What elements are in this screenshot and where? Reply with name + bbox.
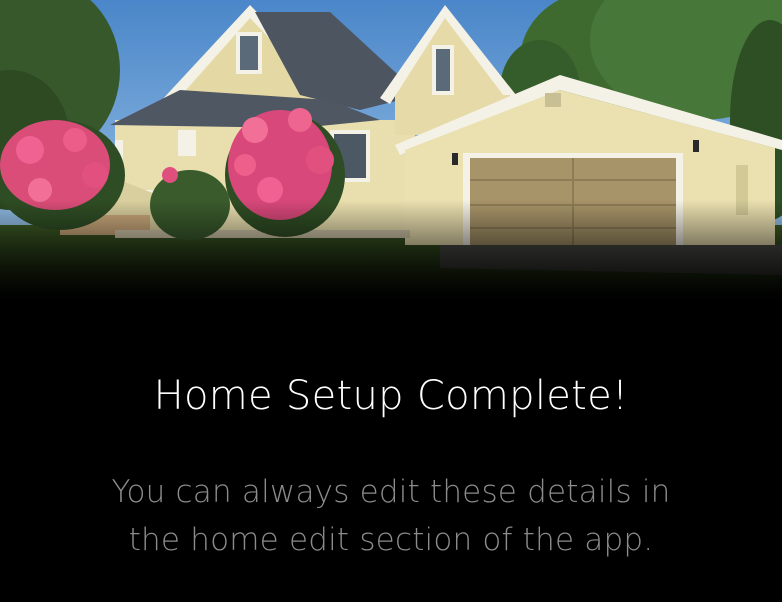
message-line-2: the home edit section of the app. <box>128 522 654 558</box>
setup-complete-message: You can always edit these details in the… <box>40 468 742 564</box>
setup-complete-screen: Home Setup Complete! You can always edit… <box>0 0 782 602</box>
house-hero-image <box>0 0 782 300</box>
message-line-1: You can always edit these details in <box>111 474 671 510</box>
setup-complete-title: Home Setup Complete! <box>153 373 629 419</box>
